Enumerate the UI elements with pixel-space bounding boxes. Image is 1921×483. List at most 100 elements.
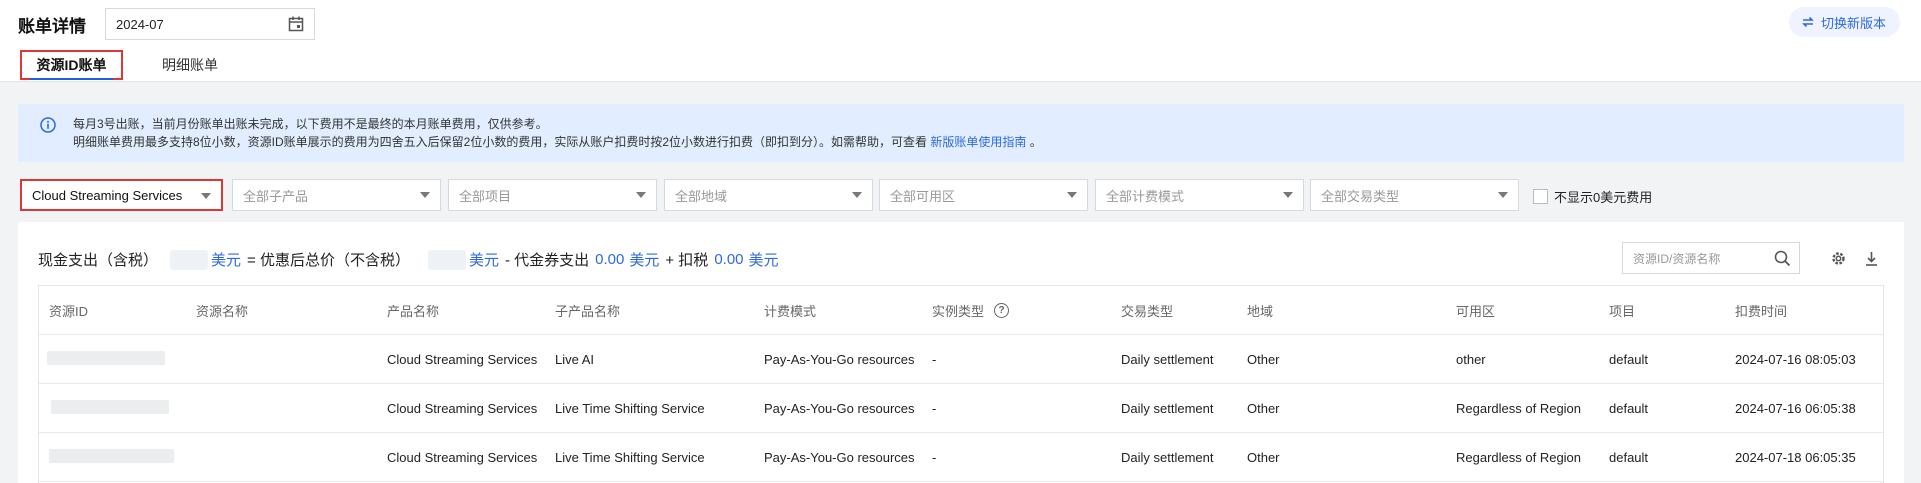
voucher-label: - 代金券支出 bbox=[504, 252, 590, 269]
discounted-total-unit: 美元 bbox=[468, 252, 499, 269]
notice-line-1: 每月3号出账，当前月份账单出账未完成，以下费用不是最终的本月账单费用，仅供参考。 bbox=[73, 117, 548, 131]
cell-deduction-time: 2024-07-16 08:05:03 bbox=[1735, 352, 1856, 367]
redacted-resource-id bbox=[51, 400, 169, 414]
zone-select-value: 全部可用区 bbox=[890, 188, 956, 204]
gear-icon[interactable] bbox=[1830, 250, 1847, 267]
cell-transaction-type: Daily settlement bbox=[1121, 450, 1214, 465]
redacted-resource-id bbox=[47, 351, 165, 365]
project-select[interactable]: 全部项目 bbox=[448, 179, 657, 211]
chevron-down-icon bbox=[420, 192, 430, 198]
search-icon[interactable] bbox=[1774, 250, 1791, 267]
table-row[interactable]: Cloud Streaming Services Live Time Shift… bbox=[39, 384, 1883, 433]
help-icon[interactable]: ? bbox=[994, 303, 1010, 318]
column-header-instance-type: 实例类型 ? bbox=[932, 286, 1010, 335]
transaction-type-select[interactable]: 全部交易类型 bbox=[1310, 179, 1519, 211]
billing-mode-select[interactable]: 全部计费模式 bbox=[1095, 179, 1304, 211]
chevron-down-icon bbox=[1498, 192, 1508, 198]
column-header-resource-id: 资源ID bbox=[49, 304, 89, 319]
billing-mode-select-value: 全部计费模式 bbox=[1106, 188, 1185, 204]
column-header-project: 项目 bbox=[1609, 304, 1636, 319]
chevron-down-icon bbox=[1067, 192, 1077, 198]
instance-type-label: 实例类型 bbox=[932, 304, 985, 319]
region-select-value: 全部地域 bbox=[675, 188, 728, 204]
notice-banner: 每月3号出账，当前月份账单出账未完成，以下费用不是最终的本月账单费用，仅供参考。… bbox=[18, 104, 1904, 162]
cell-billing-mode: Pay-As-You-Go resources bbox=[764, 450, 915, 465]
page-header: 账单详情 2024-07 切换新版本 资源ID账单 明细账单 bbox=[0, 0, 1921, 82]
subproduct-select-value: 全部子产品 bbox=[243, 188, 309, 204]
switch-version-button[interactable]: 切换新版本 bbox=[1788, 7, 1900, 37]
cell-zone: other bbox=[1456, 352, 1486, 367]
voucher-value: 0.00 bbox=[595, 251, 625, 268]
chevron-down-icon bbox=[636, 192, 646, 198]
table-row[interactable]: Cloud Streaming Services Live AI Pay-As-… bbox=[39, 335, 1883, 384]
tab-resource-id-bill[interactable]: 资源ID账单 bbox=[20, 50, 123, 80]
notice-line-2-text: 明细账单费用最多支持8位小数，资源ID账单展示的费用为四舍五入后保留2位小数的费… bbox=[73, 135, 928, 149]
cell-zone: Regardless of Region bbox=[1456, 450, 1582, 465]
cell-subproduct: Live AI bbox=[555, 352, 595, 367]
cell-region: Other bbox=[1247, 401, 1280, 416]
cell-subproduct: Live Time Shifting Service bbox=[555, 401, 705, 416]
chevron-down-icon bbox=[1283, 192, 1293, 198]
cell-project: default bbox=[1609, 450, 1649, 465]
product-select-value: Cloud Streaming Services bbox=[32, 187, 183, 203]
cell-zone: Regardless of Region bbox=[1456, 401, 1582, 416]
column-header-product: 产品名称 bbox=[387, 304, 440, 319]
chevron-down-icon bbox=[201, 193, 211, 199]
notice-line-2-end: 。 bbox=[1029, 135, 1042, 149]
discounted-total-value bbox=[427, 249, 466, 270]
column-header-billing-mode: 计费模式 bbox=[764, 304, 817, 319]
month-picker[interactable]: 2024-07 bbox=[105, 8, 315, 40]
bill-panel: 现金支出（含税） 美元 = 优惠后总价（不含税） 美元 - 代金券支出 0.00… bbox=[18, 222, 1904, 483]
cell-project: default bbox=[1609, 401, 1649, 416]
cash-expense-value bbox=[170, 249, 209, 270]
guide-link[interactable]: 新版账单使用指南 bbox=[930, 135, 1026, 149]
cost-summary: 现金支出（含税） 美元 = 优惠后总价（不含税） 美元 - 代金券支出 0.00… bbox=[38, 249, 779, 270]
cell-instance-type: - bbox=[932, 401, 937, 416]
cell-billing-mode: Pay-As-You-Go resources bbox=[764, 352, 915, 367]
cash-expense-label: 现金支出（含税） bbox=[38, 252, 159, 269]
cell-transaction-type: Daily settlement bbox=[1121, 401, 1214, 416]
tax-value: 0.00 bbox=[714, 251, 744, 268]
project-select-value: 全部项目 bbox=[459, 188, 512, 204]
search-placeholder: 资源ID/资源名称 bbox=[1633, 251, 1721, 266]
zone-select[interactable]: 全部可用区 bbox=[879, 179, 1088, 211]
resource-search-input[interactable]: 资源ID/资源名称 bbox=[1622, 242, 1800, 274]
cell-billing-mode: Pay-As-You-Go resources bbox=[764, 401, 915, 416]
cell-region: Other bbox=[1247, 450, 1280, 465]
cell-instance-type: - bbox=[932, 352, 937, 367]
cell-deduction-time: 2024-07-18 06:05:35 bbox=[1735, 450, 1856, 465]
hide-zero-toggle[interactable]: 不显示0美元费用 bbox=[1533, 187, 1652, 206]
redacted-resource-id bbox=[49, 449, 174, 463]
column-header-deduction-time: 扣费时间 bbox=[1735, 304, 1788, 319]
cell-project: default bbox=[1609, 352, 1649, 367]
tax-label: + 扣税 bbox=[665, 252, 709, 269]
column-header-subproduct: 子产品名称 bbox=[555, 304, 621, 319]
chevron-down-icon bbox=[852, 192, 862, 198]
cell-product: Cloud Streaming Services bbox=[387, 450, 538, 465]
cell-region: Other bbox=[1247, 352, 1280, 367]
column-header-resource-name: 资源名称 bbox=[196, 304, 249, 319]
voucher-unit: 美元 bbox=[629, 252, 660, 269]
switch-version-label: 切换新版本 bbox=[1820, 15, 1886, 31]
hide-zero-checkbox[interactable] bbox=[1533, 189, 1548, 204]
cell-product: Cloud Streaming Services bbox=[387, 401, 538, 416]
discounted-total-label: = 优惠后总价（不含税） bbox=[247, 252, 410, 269]
info-icon bbox=[40, 117, 56, 133]
product-select[interactable]: Cloud Streaming Services bbox=[20, 179, 223, 211]
subproduct-select[interactable]: 全部子产品 bbox=[232, 179, 441, 211]
transaction-type-select-value: 全部交易类型 bbox=[1321, 188, 1400, 204]
tab-detail-bill[interactable]: 明细账单 bbox=[150, 50, 230, 80]
table-row[interactable]: Cloud Streaming Services Live Time Shift… bbox=[39, 433, 1883, 482]
tax-unit: 美元 bbox=[748, 252, 779, 269]
page-title: 账单详情 bbox=[18, 17, 86, 36]
cell-deduction-time: 2024-07-16 06:05:38 bbox=[1735, 401, 1856, 416]
hide-zero-label: 不显示0美元费用 bbox=[1554, 190, 1653, 205]
download-icon[interactable] bbox=[1863, 250, 1880, 267]
cell-subproduct: Live Time Shifting Service bbox=[555, 450, 705, 465]
column-header-transaction-type: 交易类型 bbox=[1121, 304, 1174, 319]
notice-line-2: 明细账单费用最多支持8位小数，资源ID账单展示的费用为四舍五入后保留2位小数的费… bbox=[73, 133, 1904, 151]
table-header-row: 资源ID 资源名称 产品名称 子产品名称 计费模式 实例类型 ? 交易类型 地域… bbox=[39, 286, 1883, 335]
region-select[interactable]: 全部地域 bbox=[664, 179, 873, 211]
cell-transaction-type: Daily settlement bbox=[1121, 352, 1214, 367]
calendar-icon bbox=[288, 16, 304, 32]
